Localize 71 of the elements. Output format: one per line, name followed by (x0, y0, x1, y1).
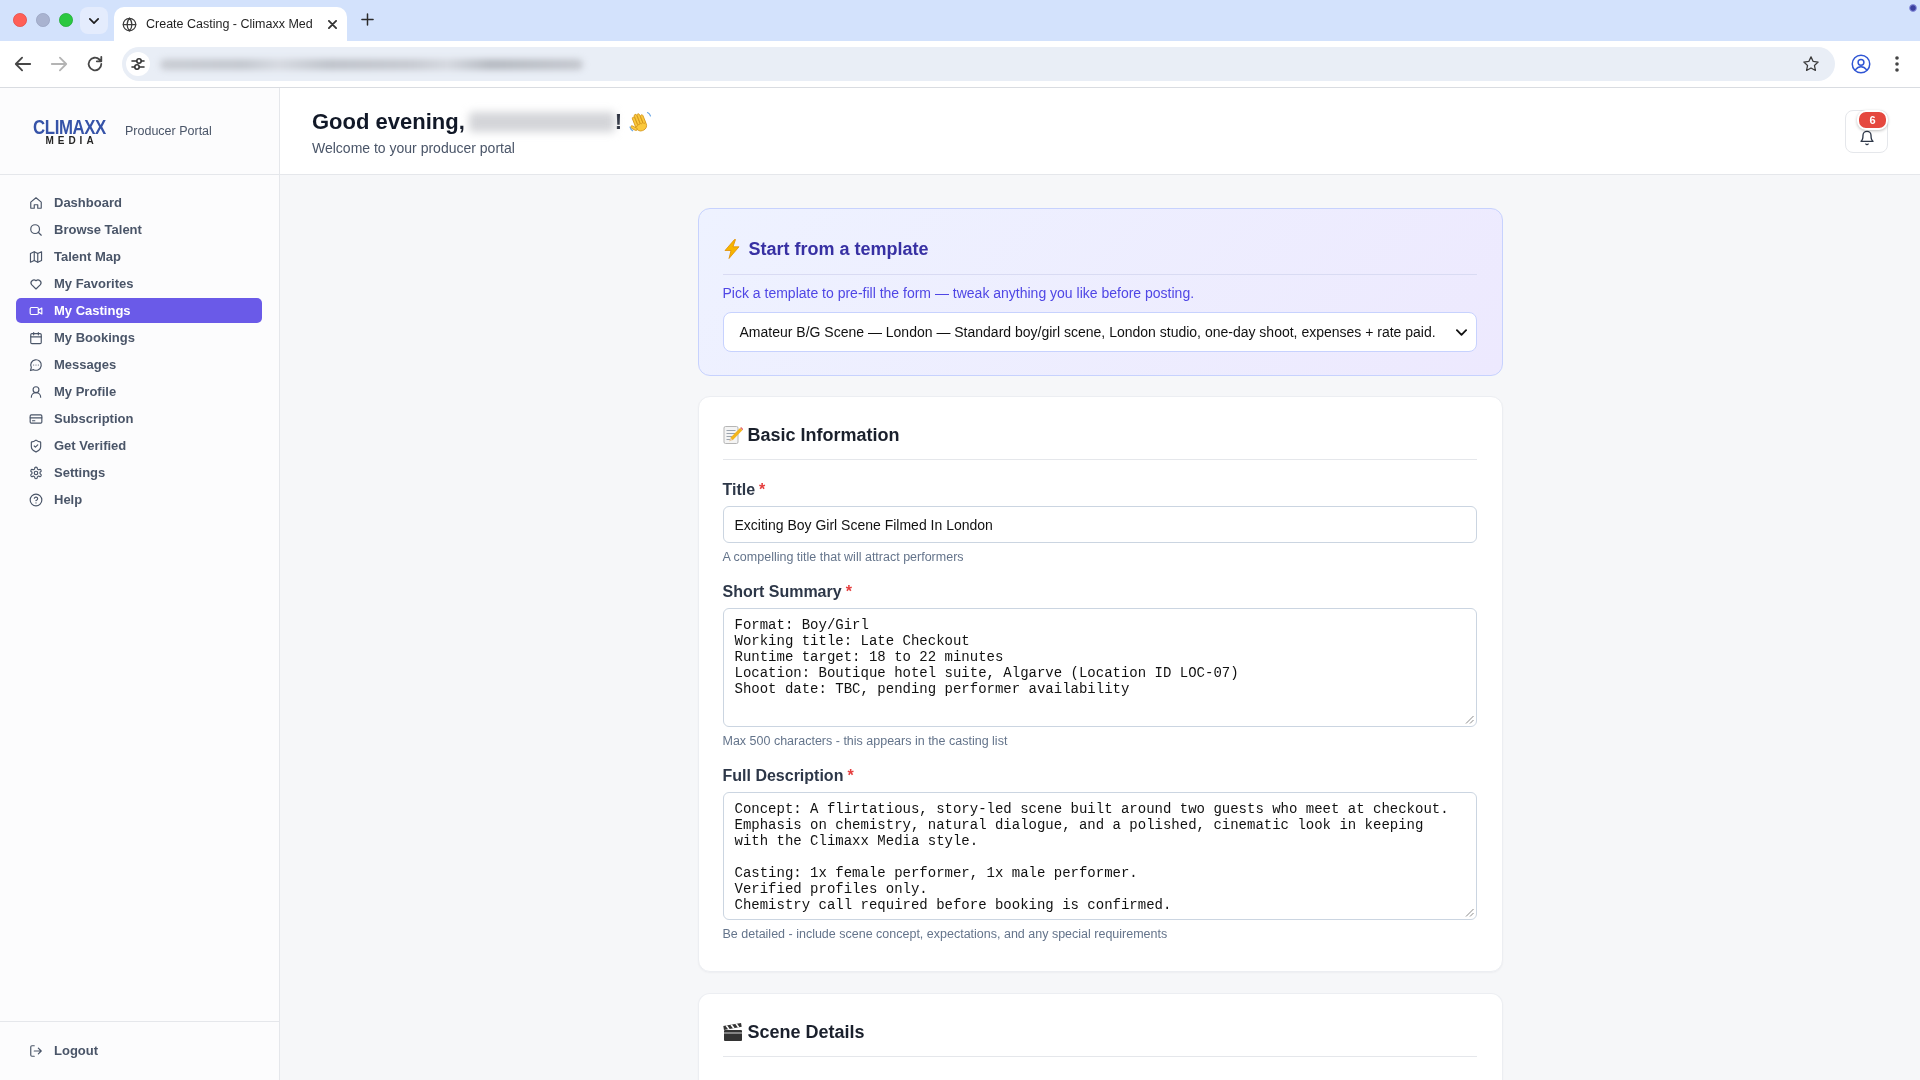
resize-handle-icon[interactable] (1464, 715, 1474, 724)
welcome-text: Welcome to your producer portal (312, 139, 516, 157)
nav-item[interactable]: Get Verified (16, 433, 262, 458)
help-text: Max 500 characters - this appears in the casting list (722, 733, 1009, 749)
shield-check-icon (29, 438, 43, 453)
more-menu-icon[interactable] (1895, 56, 1899, 72)
logout-link[interactable]: Logout (16, 1038, 262, 1063)
nav-item[interactable]: Help (16, 487, 262, 512)
help-icon (29, 492, 43, 507)
site-settings-icon[interactable] (126, 52, 150, 76)
credit-card-icon (29, 411, 43, 426)
text-area[interactable]: Format: Boy/Girl Working title: Late Checkout Runtime target: 18 to 22 minutes Location: Boutique hotel suite, Algarve (Location ID LOC-07) Shoot date: TBC, pending performer availability (722, 608, 1477, 727)
bell-icon (1858, 130, 1875, 146)
reload-icon[interactable] (86, 55, 104, 73)
plus-icon[interactable] (361, 13, 374, 26)
user-icon (29, 384, 43, 399)
required-asterisk: * (759, 480, 766, 500)
nav-item[interactable]: Talent Map (16, 244, 262, 269)
chevron-down-icon (89, 17, 99, 24)
required-asterisk: * (847, 766, 854, 786)
notification-badge: 6 (1857, 109, 1888, 130)
greeting-text: Good evening, (312, 108, 465, 136)
required-asterisk: * (845, 582, 852, 602)
search-icon (29, 222, 43, 237)
calendar-icon (29, 330, 43, 345)
heart-icon (29, 276, 43, 291)
lightning-icon (723, 239, 740, 259)
memo-pencil-icon (722, 425, 743, 445)
tab-list-button[interactable] (80, 7, 108, 34)
clapperboard-icon (722, 1022, 743, 1042)
help-text: Be detailed - include scene concept, expectations, and any special requirements (722, 926, 1169, 942)
template-hint: Pick a template to pre-fill the form — tweak anything you like before posting. (722, 284, 1196, 303)
indicator-dot-icon (1909, 4, 1917, 12)
window-close-icon[interactable] (13, 13, 27, 27)
nav-item[interactable]: My Profile (16, 379, 262, 404)
globe-icon (122, 16, 137, 32)
close-icon[interactable] (328, 19, 337, 29)
nav-item[interactable]: My Castings (16, 298, 262, 323)
field-label: Title (722, 480, 756, 500)
nav-item[interactable]: Settings (16, 460, 262, 485)
settings-icon (29, 465, 43, 480)
greeting-text: ! (614, 108, 623, 136)
nav-item[interactable]: Messages (16, 352, 262, 377)
help-text: A compelling title that will attract performers (722, 549, 965, 565)
bookmark-star-icon[interactable] (1802, 55, 1820, 73)
nav-item[interactable]: Dashboard (16, 190, 262, 215)
section-title: Scene Details (747, 1021, 865, 1044)
nav-item[interactable]: My Favorites (16, 271, 262, 296)
text-input[interactable]: Exciting Boy Girl Scene Filmed In London (722, 506, 1477, 543)
waving-hand-icon (628, 110, 653, 134)
template-select[interactable]: Amateur B/G Scene — London — Standard boy/girl scene, London studio, one-day shoot, expenses + rate paid. (722, 312, 1477, 352)
map-icon (29, 249, 43, 264)
profile-icon[interactable] (1851, 54, 1871, 74)
portal-label: Producer Portal (125, 124, 212, 138)
field-label: Full Description (722, 766, 844, 786)
browser-tab[interactable]: Create Casting - Climaxx Med (114, 7, 347, 41)
section-title: Basic Information (747, 424, 900, 447)
back-icon[interactable] (14, 55, 32, 73)
chat-bubble-icon (29, 357, 43, 372)
template-heading: Start from a template (748, 238, 929, 261)
resize-handle-icon[interactable] (1464, 908, 1474, 917)
field-label: Short Summary (722, 582, 842, 602)
brand-logo: CLIMAXX MEDIA (33, 115, 106, 147)
notifications-button[interactable]: 6 (1845, 109, 1888, 153)
chevron-down-icon (1455, 328, 1467, 336)
nav-item[interactable]: Browse Talent (16, 217, 262, 242)
home-icon (29, 195, 43, 210)
nav-item[interactable]: Subscription (16, 406, 262, 431)
text-area[interactable]: Concept: A flirtatious, story-led scene built around two guests who meet at checkout. Emphasis on chemistry, natural dialogue, and a polished, cinematic look in keeping with the Climaxx Media style. Casting: 1x female performer, 1x male performer. Verified profiles only. Chemistry call required before booking is confirmed. (722, 792, 1477, 920)
logout-icon (29, 1043, 43, 1058)
nav-item[interactable]: My Bookings (16, 325, 262, 350)
